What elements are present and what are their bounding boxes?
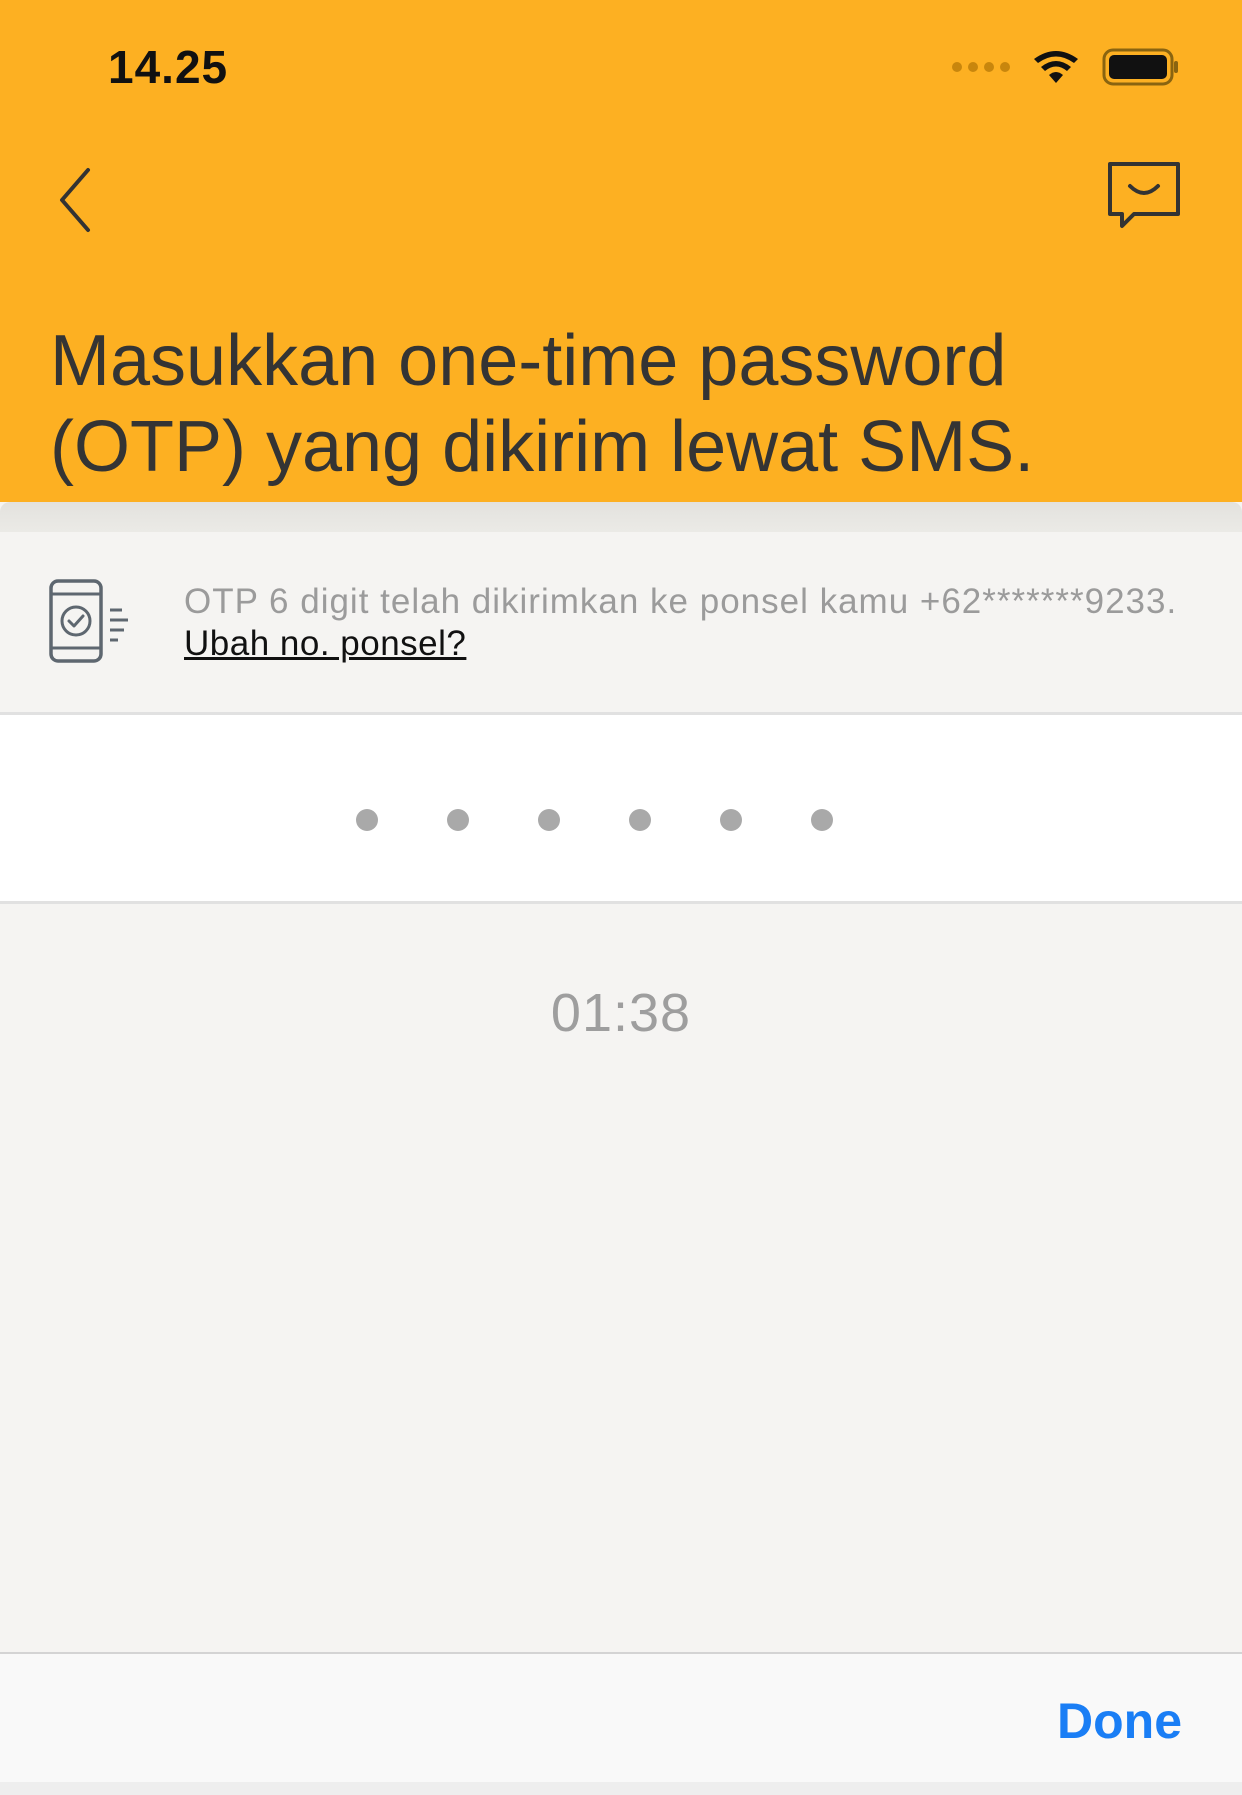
otp-digit-dot — [629, 809, 651, 831]
otp-digit-dot — [356, 809, 378, 831]
back-button[interactable] — [48, 160, 108, 240]
page-title: Masukkan one-time password (OTP) yang di… — [50, 321, 1035, 487]
otp-digit-dot — [447, 809, 469, 831]
battery-icon — [1102, 48, 1178, 86]
done-button[interactable]: Done — [1057, 1692, 1182, 1750]
otp-digit-dot — [811, 809, 833, 831]
otp-sent-message: OTP 6 digit telah dikirimkan ke ponsel k… — [184, 582, 1178, 621]
otp-input[interactable] — [0, 712, 1242, 904]
otp-digit-placeholders — [356, 809, 833, 831]
change-phone-link[interactable]: Ubah no. ponsel? — [184, 624, 466, 664]
otp-digit-dot — [720, 809, 742, 831]
status-time: 14.25 — [108, 41, 229, 93]
chat-button[interactable] — [1104, 156, 1184, 236]
status-bar-icons — [952, 44, 1180, 90]
header: 14.25 Masukkan one-time password (OTP) y… — [0, 0, 1242, 502]
chat-bubble-icon — [1108, 162, 1180, 228]
keyboard-edge — [0, 1782, 1242, 1795]
chevron-left-icon — [60, 168, 90, 232]
phone-check-icon — [49, 579, 128, 663]
wifi-icon — [1034, 51, 1078, 83]
otp-info-row: OTP 6 digit telah dikirimkan ke ponsel k… — [0, 532, 1242, 712]
sheet-top-edge — [0, 502, 1242, 532]
keyboard-toolbar: Done — [0, 1652, 1242, 1782]
countdown-timer: 01:38 — [550, 983, 692, 1043]
otp-digit-dot — [538, 809, 560, 831]
signal-dots-icon — [952, 62, 1010, 72]
